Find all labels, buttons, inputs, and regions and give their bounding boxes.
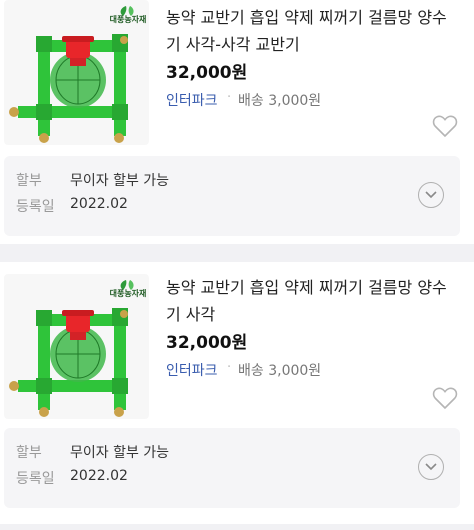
product-title[interactable]: 농약 교반기 흡입 약제 찌꺼기 걸름망 양수기 사각-사각 교반기 xyxy=(166,4,456,58)
product-price: 32,000원 xyxy=(166,333,248,353)
expand-button[interactable] xyxy=(418,182,444,208)
product-thumbnail[interactable]: 대풍농자재 xyxy=(4,0,149,145)
shipping-fee: 배송 3,000원 xyxy=(238,363,322,379)
installment-label: 할부 xyxy=(16,173,42,189)
product-image xyxy=(9,34,128,143)
chevron-down-icon xyxy=(425,463,437,471)
info-box: 할부 무이자 할부 가능 등록일 2022.02 xyxy=(4,428,460,508)
shop-name[interactable]: 인터파크 xyxy=(166,90,218,110)
registered-label: 등록일 xyxy=(16,471,55,487)
heart-icon[interactable] xyxy=(432,386,458,410)
heart-icon[interactable] xyxy=(432,114,458,138)
separator-dot: · xyxy=(227,360,232,375)
installment-value: 무이자 할부 가능 xyxy=(70,445,170,461)
registered-value: 2022.02 xyxy=(70,468,128,484)
shop-name[interactable]: 인터파크 xyxy=(166,360,218,380)
expand-button[interactable] xyxy=(418,454,444,480)
separator-dot: · xyxy=(227,90,232,105)
shipping-fee: 배송 3,000원 xyxy=(238,93,322,109)
brand-logo-text: 대풍농자재 xyxy=(110,288,147,298)
registered-label: 등록일 xyxy=(16,199,55,215)
registered-value: 2022.02 xyxy=(70,196,128,212)
product-price: 32,000원 xyxy=(166,63,248,83)
product-thumbnail[interactable]: 대풍농자재 xyxy=(4,274,149,419)
installment-label: 할부 xyxy=(16,445,42,461)
info-box: 할부 무이자 할부 가능 등록일 2022.02 xyxy=(4,156,460,236)
product-title[interactable]: 농약 교반기 흡입 약제 찌꺼기 걸름망 양수기 사각 xyxy=(166,274,456,328)
installment-value: 무이자 할부 가능 xyxy=(70,173,170,189)
brand-logo-text: 대풍농자재 xyxy=(110,14,147,24)
chevron-down-icon xyxy=(425,191,437,199)
product-image xyxy=(9,308,128,417)
